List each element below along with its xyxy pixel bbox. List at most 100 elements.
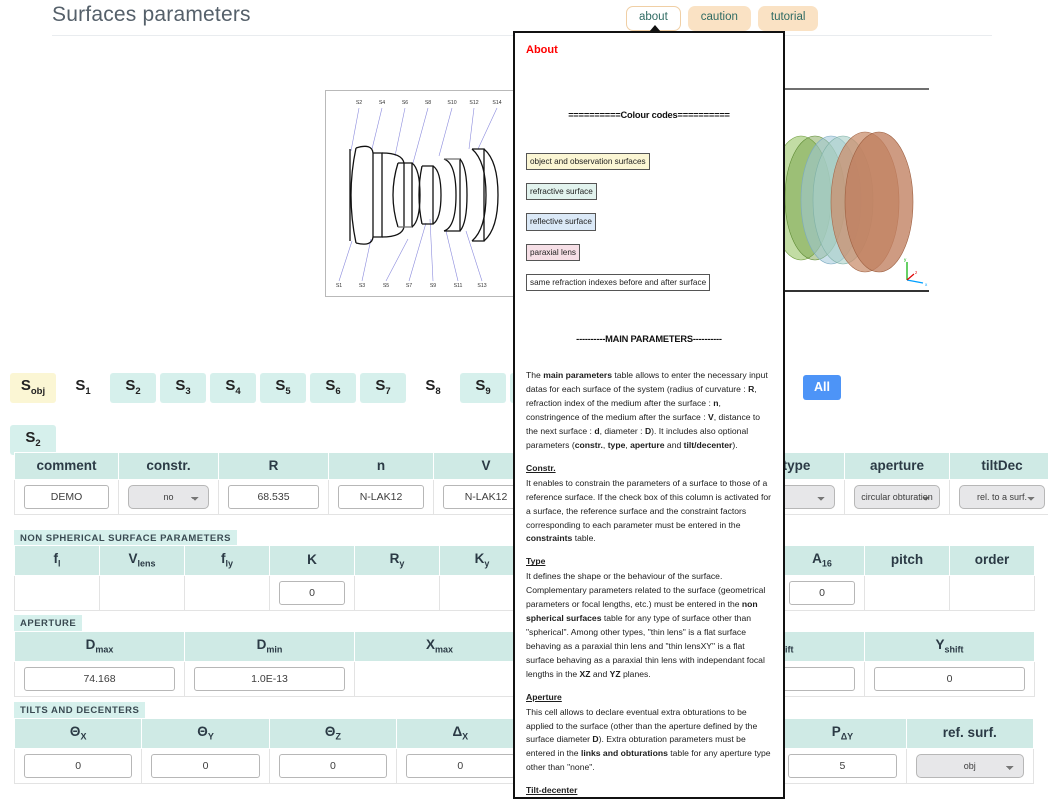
surface-button-sub: 2	[135, 386, 141, 397]
theta-y-input[interactable]	[151, 753, 260, 778]
surface-button-4[interactable]: S4	[210, 373, 256, 403]
type-b2: XZ	[579, 668, 591, 679]
axis-gizmo-3d: y x z	[904, 257, 928, 287]
th-sub: max	[95, 644, 114, 655]
swatch-reflective: reflective surface	[526, 213, 596, 231]
th-dmax: Dmax	[14, 631, 185, 662]
tilts-section-label: TILTS AND DECENTERS	[14, 702, 146, 719]
surface-button-1[interactable]: S1	[60, 373, 106, 403]
constr-select[interactable]: no	[128, 485, 209, 509]
label-s9: S9	[430, 283, 436, 289]
dmin-input[interactable]	[194, 666, 345, 691]
th-pitch: pitch	[864, 545, 950, 576]
a16-input[interactable]	[789, 580, 855, 605]
yshift-input[interactable]	[874, 666, 1025, 691]
label-s5: S5	[383, 283, 389, 289]
label-s14: S14	[492, 100, 501, 106]
type-t3: and	[590, 668, 610, 679]
th-dmin: Dmin	[184, 631, 355, 662]
swatch-same-index: same refraction indexes before and after…	[526, 273, 711, 292]
radius-input[interactable]	[228, 485, 319, 509]
comment-input[interactable]	[24, 485, 109, 509]
type-b3: YZ	[609, 668, 621, 679]
label-s2: S2	[356, 100, 362, 106]
cell-r	[218, 479, 329, 515]
th-ky: Ky	[439, 545, 525, 576]
theta-x-input[interactable]	[24, 753, 133, 778]
optical-layout-2d[interactable]: S2 S4 S6 S8 S10 S12 S14 S1 S3 S5 S7 S9 S…	[325, 90, 526, 297]
surface-button-6[interactable]: S6	[310, 373, 356, 403]
swatch-paraxial-lens: paraxial lens	[526, 243, 580, 261]
surface-selector-row-2: S2	[10, 425, 60, 455]
theta-z-input[interactable]	[278, 753, 388, 778]
th-comment: comment	[14, 452, 119, 480]
surface-button-5[interactable]: S5	[260, 373, 306, 403]
th-n: n	[328, 452, 434, 480]
delta-x-input[interactable]	[406, 753, 515, 778]
th-tiltdec: tiltDec	[949, 452, 1048, 480]
surface-button-selected-2[interactable]: S2	[10, 425, 56, 455]
cell-xmax	[354, 660, 525, 697]
surface-button-sub: 5	[285, 386, 291, 397]
cell-ry	[354, 574, 440, 611]
dmax-input[interactable]	[24, 666, 175, 691]
optical-layout-3d[interactable]: y x z	[782, 88, 929, 292]
cell-theta-y	[141, 747, 270, 784]
optical-layout-svg: S2 S4 S6 S8 S10 S12 S14 S1 S3 S5 S7 S9 S…	[336, 100, 502, 289]
th-fl: fl	[14, 545, 100, 576]
constr-t1: It enables to constrain the parameters o…	[526, 477, 772, 530]
cell-k	[269, 574, 355, 611]
cell-dmax	[14, 660, 185, 697]
tilt-decenter-section: Tilt-decenterIt allows to select how rot…	[526, 784, 772, 797]
page-title: Surfaces parameters	[52, 3, 251, 26]
th-a16: A16	[779, 545, 865, 576]
cell-constr: no	[118, 479, 219, 515]
label-s6: S6	[402, 100, 408, 106]
cell-yshift	[864, 660, 1035, 697]
surface-button-obj[interactable]: Sobj	[10, 373, 56, 403]
type-heading: Type	[526, 556, 546, 567]
surface-button-2[interactable]: S2	[110, 373, 156, 403]
about-popup-content: About ==========Colour codes========== o…	[515, 33, 783, 797]
p-delta-y-input[interactable]	[788, 753, 897, 778]
tilt-heading: Tilt-decenter	[526, 785, 578, 796]
cell-n	[328, 479, 434, 515]
surface-button-7[interactable]: S7	[360, 373, 406, 403]
svg-text:y: y	[904, 257, 907, 262]
svg-text:z: z	[915, 270, 918, 275]
tab-tutorial[interactable]: tutorial	[757, 6, 819, 31]
th-sub: min	[266, 644, 283, 655]
index-input[interactable]	[338, 485, 424, 509]
about-popup[interactable]: About ==========Colour codes========== o…	[513, 31, 785, 799]
all-surfaces-button[interactable]: All	[803, 375, 841, 400]
label-s11: S11	[454, 283, 463, 289]
label-s12: S12	[469, 100, 478, 106]
k-input[interactable]	[279, 580, 345, 605]
aperture-section: Aperture This cell allows to declare even…	[526, 691, 772, 776]
th-sub: ly	[225, 558, 233, 569]
tab-caution[interactable]: caution	[687, 6, 751, 31]
tiltdec-select[interactable]: rel. to a surf.	[959, 485, 1045, 509]
cell-tiltdec: rel. to a surf.	[949, 479, 1048, 515]
surface-button-3[interactable]: S3	[160, 373, 206, 403]
swatch-refractive: refractive surface	[526, 183, 597, 201]
th-constr: constr.	[118, 452, 219, 480]
label-s1: S1	[336, 283, 342, 289]
surface-button-8[interactable]: S8	[410, 373, 456, 403]
label-s7: S7	[406, 283, 412, 289]
surface-button-sub: 7	[385, 386, 391, 397]
label-s8: S8	[425, 100, 431, 106]
th-sub: Y	[207, 731, 214, 742]
th-xmax: Xmax	[354, 631, 525, 662]
aperture-select[interactable]: circular obturation	[854, 485, 940, 509]
optical-3d-svg: y x z	[783, 131, 928, 287]
surface-button-9[interactable]: S9	[460, 373, 506, 403]
type-section: Type It defines the shape or the behaviou…	[526, 555, 772, 681]
th-sub: ΔY	[840, 731, 854, 742]
cell-theta-x	[13, 747, 143, 784]
th-sub: y	[399, 558, 405, 569]
ref-surf-select[interactable]: obj	[915, 753, 1024, 778]
th-ry: Ry	[354, 545, 440, 576]
main-parameters-description: The main parameters table allows to ente…	[526, 369, 772, 453]
mp-b8: type	[607, 439, 626, 450]
